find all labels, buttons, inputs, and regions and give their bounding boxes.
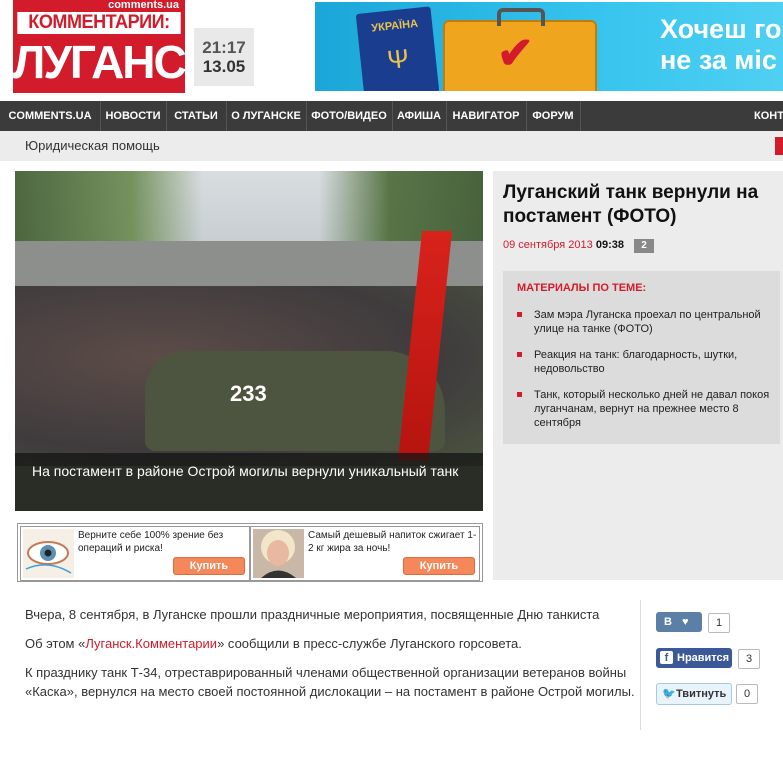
related-item[interactable]: Танк, который несколько дней не давал по… [517, 388, 783, 430]
related-item[interactable]: Зам мэра Луганска проехал по центральной… [517, 308, 783, 336]
text-fragment: Об этом « [25, 636, 86, 651]
tweet-count: 0 [736, 684, 758, 704]
nav-item-home[interactable]: comments.ua [0, 101, 101, 131]
bullet-icon [517, 392, 522, 397]
logo-main-text: ЛУГАНСК [13, 36, 213, 88]
suitcase-image: ✔ [443, 8, 597, 91]
related-item[interactable]: Реакция на танк: благодарность, шутки, н… [517, 348, 783, 376]
article-date: 09 сентября 2013 [503, 239, 593, 251]
banner-line-1: Хочеш го [660, 14, 782, 44]
banner-line-2: не за міс [660, 45, 777, 75]
nav-item-news[interactable]: Новости [100, 101, 167, 131]
banner-headline: Хочеш го не за міс [660, 14, 782, 76]
woman-portrait-image [253, 529, 304, 578]
photo-caption: На постамент в районе Острой могилы верн… [32, 463, 459, 479]
nav-item-photo-video[interactable]: Фото/видео [306, 101, 393, 131]
top-banner-ad[interactable]: УКРАЇНА Ψ ✔ Хочеш го не за міс [315, 2, 783, 91]
passport-text: УКРАЇНА [370, 17, 419, 35]
legal-help-link[interactable]: Юридическая помощь [25, 131, 160, 161]
article-paragraph: Об этом «Луганск.Комментарии» сообщили в… [25, 634, 635, 653]
comment-count-badge[interactable]: 2 [634, 239, 654, 253]
main-nav: comments.ua Новости Статьи О Луганске Фо… [0, 101, 783, 131]
photo-trees [15, 171, 483, 246]
article-body: Вчера, 8 сентября, в Луганске прошли пра… [25, 605, 635, 711]
related-item-text: Зам мэра Луганска проехал по центральной… [534, 309, 761, 335]
logo-domain-text: comments.ua [105, 0, 182, 11]
clock-date: 13.05 [202, 57, 246, 76]
facebook-icon: f [660, 651, 673, 664]
article-paragraph: Вчера, 8 сентября, в Луганске прошли пра… [25, 607, 600, 622]
nav-item-contacts[interactable]: Конта [745, 101, 783, 131]
nav-item-about[interactable]: О Луганске [226, 101, 307, 131]
nav-item-navigator[interactable]: Навигатор [446, 101, 527, 131]
eye-image [23, 529, 74, 578]
related-materials: Материалы по теме: Зам мэра Луганска про… [503, 271, 780, 444]
clock-widget: 21:17 13.05 [194, 28, 254, 86]
tweet-button[interactable]: 🐦 Твитнуть [656, 683, 732, 705]
nav-item-articles[interactable]: Статьи [166, 101, 227, 131]
related-item-text: Танк, который несколько дней не давал по… [534, 389, 770, 429]
buy-button[interactable]: Купить [173, 557, 245, 575]
passport-image: УКРАЇНА Ψ [355, 6, 440, 91]
nav-item-forum[interactable]: Форум [526, 101, 581, 131]
suitcase-handle [497, 8, 545, 26]
ad-text: Самый дешевый напиток сжигает 1-2 кг жир… [308, 530, 477, 554]
nav-item-afisha[interactable]: Афиша [392, 101, 447, 131]
clock-time: 21:17 [202, 38, 246, 57]
vk-like-count: 1 [708, 613, 730, 633]
fb-like-count: 3 [738, 649, 760, 669]
article-time: 09:38 [595, 239, 624, 251]
ad-text: Верните себе 100% зрение без операций и … [78, 530, 224, 554]
heart-icon: ♥ [682, 616, 689, 628]
main-photo[interactable]: 233 На постамент в районе Острой могилы … [15, 171, 483, 511]
fb-like-button[interactable]: f Нравится [656, 648, 732, 668]
article-head-panel: Луганский танк вернули на постамент (ФОТ… [493, 171, 783, 580]
source-link[interactable]: Луганск.Комментарии [85, 636, 217, 651]
related-title: Материалы по теме: [517, 282, 647, 294]
related-item-text: Реакция на танк: благодарность, шутки, н… [534, 349, 738, 375]
column-divider [640, 600, 641, 730]
fb-label: Нравится [677, 652, 730, 664]
tweet-label: Твитнуть [676, 688, 727, 700]
ad-block: Верните себе 100% зрение без операций и … [17, 523, 483, 582]
bullet-icon [517, 352, 522, 357]
site-header: КОММЕНТАРИИ: ЛУГАНСК comments.ua 21:17 1… [0, 0, 783, 100]
site-logo[interactable]: КОММЕНТАРИИ: ЛУГАНСК comments.ua [13, 0, 213, 93]
bullet-icon [517, 312, 522, 317]
tank-number: 233 [230, 381, 267, 406]
checkmark-icon: ✔ [497, 29, 534, 78]
article-paragraph: К празднику танк Т-34, отреставрированны… [25, 665, 635, 699]
article-datetime: 09 сентября 2013 09:38 [503, 239, 624, 251]
sub-nav: Юридическая помощь [0, 131, 783, 161]
vk-label: В [664, 616, 672, 628]
text-fragment: » сообщили в пресс-службе Луганского гор… [217, 636, 522, 651]
buy-button[interactable]: Купить [403, 557, 475, 575]
ad-eye[interactable]: Верните себе 100% зрение без операций и … [20, 526, 250, 581]
logo-top-text: КОММЕНТАРИИ: [17, 12, 181, 34]
ad-drink[interactable]: Самый дешевый напиток сжигает 1-2 кг жир… [250, 526, 480, 581]
twitter-bird-icon: 🐦 [662, 688, 676, 700]
vk-like-button[interactable]: В ♥ [656, 612, 702, 632]
article-title: Луганский танк вернули на постамент (ФОТ… [503, 182, 759, 227]
subnav-red-marker [775, 137, 783, 155]
trident-icon: Ψ [385, 42, 411, 76]
